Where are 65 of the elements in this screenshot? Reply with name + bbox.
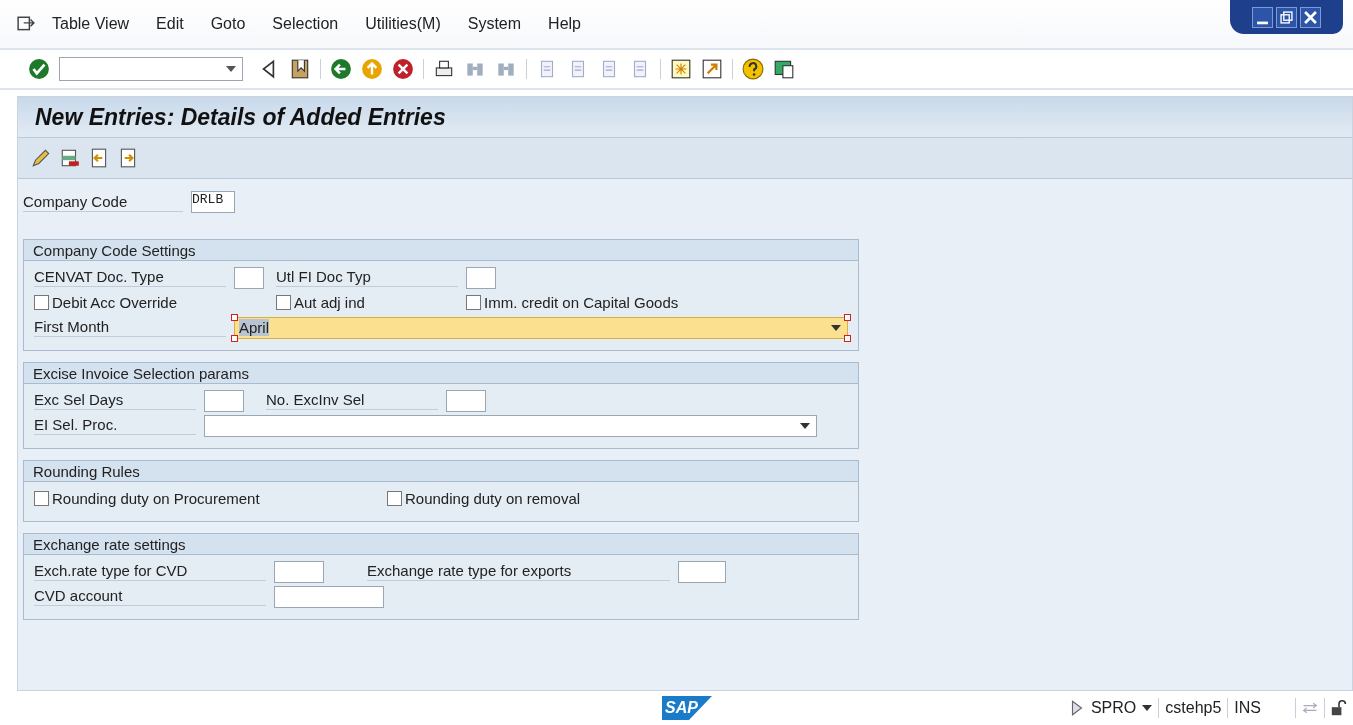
- selection-handle[interactable]: [844, 334, 851, 342]
- field-label: Exchange rate type for exports: [367, 562, 670, 581]
- help-icon[interactable]: [742, 58, 764, 80]
- shortcut-icon[interactable]: [701, 58, 723, 80]
- delete-row-icon[interactable]: [59, 147, 81, 169]
- company-code-field[interactable]: DRLB: [191, 191, 235, 213]
- caret-icon[interactable]: [1142, 705, 1153, 711]
- caret-icon[interactable]: [831, 324, 841, 331]
- group-title: Excise Invoice Selection params: [24, 363, 858, 384]
- bookmark-icon[interactable]: [289, 58, 311, 80]
- checkbox-option[interactable]: Aut adj ind: [276, 294, 466, 311]
- field-label: No. ExcInv Sel: [266, 391, 438, 410]
- screen-title: New Entries: Details of Added Entries: [35, 103, 446, 131]
- menu-item[interactable]: Selection: [272, 15, 339, 33]
- field-label: Utl FI Doc Typ: [276, 268, 458, 287]
- menu-icon[interactable]: [17, 16, 35, 32]
- insert-mode: INS: [1234, 699, 1261, 717]
- group-title: Company Code Settings: [24, 240, 858, 261]
- field-label: CVD account: [34, 587, 266, 606]
- caret-icon[interactable]: [226, 66, 236, 72]
- field-label: Exc Sel Days: [34, 391, 196, 410]
- sap-logo: SAP: [662, 696, 712, 720]
- command-field[interactable]: [59, 57, 243, 81]
- minimize-icon[interactable]: [1252, 6, 1273, 28]
- selection-handle[interactable]: [844, 313, 851, 321]
- monitor-icon[interactable]: [773, 58, 795, 80]
- menu-item[interactable]: Edit: [156, 15, 184, 33]
- restore-icon[interactable]: [1276, 6, 1297, 28]
- input-field[interactable]: [466, 266, 496, 289]
- menu-item[interactable]: Help: [548, 15, 581, 33]
- back-icon[interactable]: [330, 58, 352, 80]
- caret-icon[interactable]: [800, 422, 810, 429]
- field-label: Exch.rate type for CVD: [34, 562, 266, 581]
- pencil-icon[interactable]: [30, 147, 52, 169]
- input-field[interactable]: [446, 389, 486, 412]
- menu-item[interactable]: Utilities(M): [365, 15, 441, 33]
- close-icon[interactable]: [1300, 6, 1321, 28]
- input-field[interactable]: [274, 560, 324, 583]
- input-field[interactable]: [234, 266, 264, 289]
- checkbox-option[interactable]: Rounding duty on Procurement: [34, 490, 387, 507]
- field-label: CENVAT Doc. Type: [34, 268, 226, 287]
- new-window-icon[interactable]: [670, 58, 692, 80]
- dropdown-field[interactable]: April: [234, 316, 848, 339]
- checkbox-option[interactable]: Rounding duty on removal: [387, 490, 858, 507]
- padlock-icon[interactable]: [1331, 699, 1347, 717]
- input-field[interactable]: [678, 560, 726, 583]
- dropdown-field[interactable]: [204, 414, 817, 437]
- selection-handle[interactable]: [231, 313, 238, 321]
- field-label: First Month: [34, 318, 226, 337]
- group-title: Rounding Rules: [24, 461, 858, 482]
- group-title: Exchange rate settings: [24, 534, 858, 555]
- transaction-code[interactable]: SPRO: [1090, 699, 1137, 717]
- menu-item[interactable]: Table View: [52, 15, 130, 33]
- field-label: EI Sel. Proc.: [34, 416, 196, 435]
- input-field[interactable]: [204, 389, 244, 412]
- checkbox-option[interactable]: Debit Acc Override: [34, 294, 234, 311]
- menu-item[interactable]: Goto: [210, 15, 246, 33]
- input-field[interactable]: [274, 585, 384, 608]
- cancel-icon[interactable]: [392, 58, 414, 80]
- server-name: cstehp5: [1165, 699, 1222, 717]
- checkbox-option[interactable]: Imm. credit on Capital Goods: [466, 294, 858, 311]
- selection-handle[interactable]: [231, 334, 238, 342]
- checkmark-icon[interactable]: [28, 58, 50, 80]
- menu-item[interactable]: System: [467, 15, 522, 33]
- field-label: Company Code: [23, 192, 183, 212]
